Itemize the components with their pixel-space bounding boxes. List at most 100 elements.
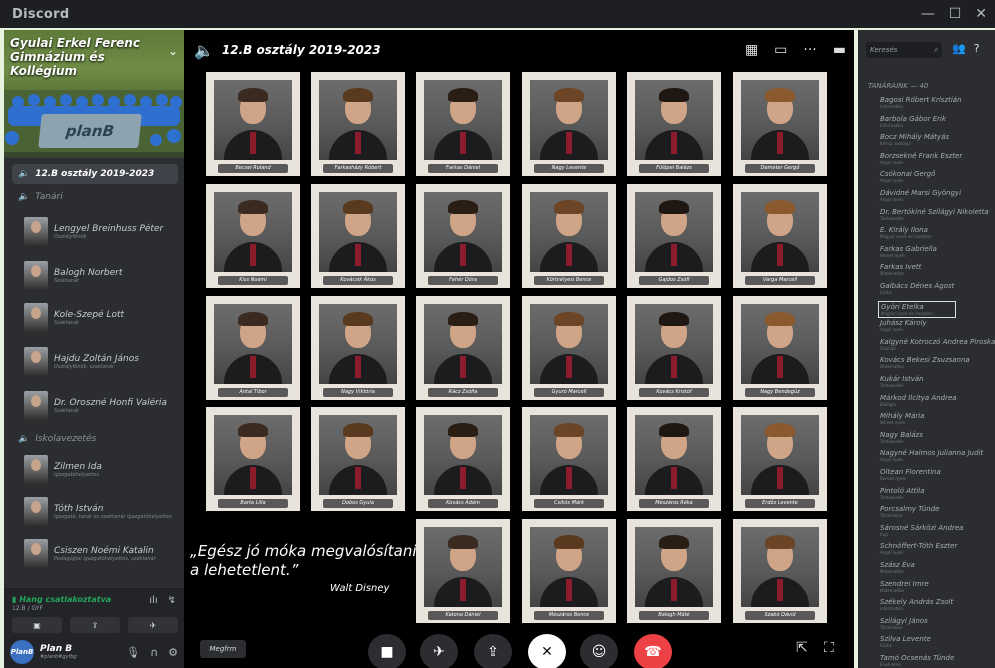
participant-tile[interactable]: Kiss Noémi [206, 184, 300, 288]
member-item[interactable]: Nagyné Halmos Julianna Judit Angol nyelv [880, 449, 995, 462]
member-item[interactable]: Borzsekné Frank Eszter Angol nyelv [880, 152, 995, 165]
participant-tile[interactable]: Varga Marcell [733, 184, 827, 288]
participant-tile[interactable]: Nagy Bendegúz [733, 296, 827, 400]
participant-tile[interactable]: Gyuró Marcell [522, 296, 616, 400]
member-item[interactable]: Kalgyné Kotroczó Andrea Piroska Földrajz [880, 338, 995, 351]
stage-member[interactable]: Tóth István Igazgató, tanár és szaktanár … [24, 492, 182, 532]
participant-tile[interactable]: Csikós Márk [522, 407, 616, 511]
member-item[interactable]: Oltean Florentina Román nyelv [880, 468, 995, 481]
participant-tile[interactable]: Kovács Kristóf [627, 296, 721, 400]
participant-tile[interactable]: Nagy Viktória [311, 296, 405, 400]
member-item[interactable]: Györi Etelka Magyar nyelv és irodalom [878, 300, 956, 318]
participant-tile[interactable]: Dobos Gyula [311, 407, 405, 511]
server-banner[interactable]: planB Gyulai Erkel Ferenc Gimnázium és K… [4, 30, 184, 158]
stage-member[interactable]: Zilmen Ida Igazgatóhelyettes [24, 450, 182, 490]
participant-tile[interactable]: Farkas Dániel [416, 72, 510, 176]
participant-tile[interactable]: Rácz Zsófia [416, 296, 510, 400]
member-item[interactable]: Szilva Levente Fizika [880, 635, 995, 648]
participant-tile[interactable]: Mészáros Bence [522, 519, 616, 623]
participant-tile[interactable]: Szabó Dávid [733, 519, 827, 623]
member-item[interactable]: Porcsalmy Tünde Történelem [880, 505, 995, 518]
member-item[interactable]: Székely András Zsolt Informatika [880, 598, 995, 611]
member-item[interactable]: Pintoló Attila Testnevelés [880, 487, 995, 500]
member-item[interactable]: Juhász Károly Angol nyelv [880, 319, 995, 332]
member-item[interactable]: Márkod Ilcitya Andrea Biológia [880, 394, 995, 407]
member-item[interactable]: Dr. Bertókiné Szilágyi Nikoletta Testneve… [880, 208, 995, 221]
member-item[interactable]: Kukár István Testnevelés [880, 375, 995, 388]
user-avatar[interactable]: PlanB [10, 640, 34, 664]
participant-tile[interactable]: Nagy Levente [522, 72, 616, 176]
stage-member[interactable]: Csiszen Noémi Katalin Pedagógiai igazgató… [24, 534, 182, 574]
members-icon[interactable]: 👥 [952, 42, 966, 55]
maximize-icon[interactable]: ☐ [949, 6, 962, 22]
noise-suppression-icon[interactable]: ılı [149, 595, 157, 606]
voice-channel-active[interactable]: 🔈 12.B osztály 2019-2023 [12, 164, 178, 184]
participant-tile[interactable]: Mészáros Réka [627, 407, 721, 511]
search-input[interactable]: Keresés ⌕ [866, 42, 942, 58]
headphones-icon[interactable]: ∩ [150, 646, 158, 659]
chevron-down-icon[interactable]: ⌄ [168, 44, 178, 58]
member-item[interactable]: Sárosné Sárközi Andrea Rajz [880, 524, 995, 537]
member-item[interactable]: Barbola Gábor Erik Informatika [880, 115, 995, 128]
participant-tile[interactable]: Gajdos Zsófi [627, 184, 721, 288]
participant-tile[interactable]: Demeter Gergő [733, 72, 827, 176]
member-item[interactable]: Farkas Gabriella Német nyelv [880, 245, 995, 258]
member-item[interactable]: Bagosi Róbert Krisztián Informatika [880, 96, 995, 109]
member-item[interactable]: Dávidné Marsi Gyöngyi Angol nyelv [880, 189, 995, 202]
member-item[interactable]: Szilágyi János Történelem [880, 617, 995, 630]
stage-member[interactable]: Hajdu Zoltán János Osztályfőnök, szaktaná… [24, 342, 182, 382]
help-icon[interactable]: ? [974, 42, 980, 55]
disconnect-call-button[interactable]: ☎ [634, 634, 672, 668]
gear-icon[interactable]: ⚙ [168, 646, 178, 659]
stage-member[interactable]: Lengyel Breinhuss Péter Osztályfőnök [24, 212, 182, 252]
member-item[interactable]: Szász Éva Matematika [880, 561, 995, 574]
grid-layout-icon[interactable]: ▦ [745, 42, 758, 58]
user-info[interactable]: Plan B #planb#gyfbg [40, 644, 77, 660]
activity-button[interactable]: ✈ [420, 634, 458, 668]
participant-tile[interactable]: Antal Tibor [206, 296, 300, 400]
popout-icon[interactable]: ▭ [774, 42, 787, 58]
member-item[interactable]: Farkas Ivett Matematika [880, 263, 995, 276]
member-item[interactable]: Bocz Mihály Mátyás Kémia, biológia [880, 133, 995, 146]
member-item[interactable]: Galbács Dénes Ágost Fizika [880, 282, 995, 295]
screen-share-button[interactable]: ⇪ [70, 617, 120, 633]
fullscreen-icon[interactable]: ⛶ [824, 640, 834, 656]
participant-tile[interactable]: Körtvélyesi Bence [522, 184, 616, 288]
emoji-button[interactable]: ☺ [580, 634, 618, 668]
close-icon[interactable]: ✕ [975, 6, 987, 22]
leave-button-label[interactable]: Megfrm [200, 640, 246, 658]
participant-tile[interactable]: Farkasházy Róbert [311, 72, 405, 176]
participant-tile[interactable]: Katona Dániel [416, 519, 510, 623]
member-item[interactable]: Mihály Mária Német nyelv [880, 412, 995, 425]
participant-tile[interactable]: Erdős Levente [733, 407, 827, 511]
camera-button[interactable]: ■ [368, 634, 406, 668]
member-item[interactable]: Schnöffert-Tóth Eszter Angol nyelv [880, 542, 995, 555]
category-teachers[interactable]: 🔈 Tanári [18, 192, 63, 202]
more-icon[interactable]: ··· [803, 42, 816, 58]
activity-button[interactable]: ✈ [128, 617, 178, 633]
participant-tile[interactable]: Kovácsik Ákos [311, 184, 405, 288]
member-item[interactable]: Csókonai Gergő Angol nyelv [880, 170, 995, 183]
member-item[interactable]: Nagy Balázs Testnevelés [880, 431, 995, 444]
stage-member[interactable]: Kole-Szepé Lott Szaktanár [24, 298, 182, 338]
video-button[interactable]: ▣ [12, 617, 62, 633]
participant-tile[interactable]: Becsei Roland [206, 72, 300, 176]
chat-icon[interactable]: ▬ [833, 42, 846, 58]
popout-window-icon[interactable]: ⇱ [796, 640, 808, 656]
participant-tile[interactable]: Kovács Ádám [416, 407, 510, 511]
member-item[interactable]: Szendrei Imre Matematika [880, 580, 995, 593]
member-item[interactable]: Tamó Ocsenás Tünde Ének-zene [880, 654, 995, 667]
category-leadership[interactable]: 🔈 Iskolavezetés [18, 434, 96, 444]
participant-tile[interactable]: Barta Lilla [206, 407, 300, 511]
participant-tile[interactable]: Fülöpei Balázs [627, 72, 721, 176]
stage-member[interactable]: Dr. Oroszné Honfi Valéria Szaktanár [24, 386, 182, 426]
minimize-icon[interactable]: — [921, 6, 935, 22]
participant-tile[interactable]: Balogh Máté [627, 519, 721, 623]
stage-member[interactable]: Balogh Norbert Szaktanár [24, 256, 182, 296]
member-item[interactable]: Kovács Bekesi Zsuzsanna Matematika [880, 356, 995, 369]
screen-share-button[interactable]: ⇪ [474, 634, 512, 668]
participant-tile[interactable]: Fehér Dóra [416, 184, 510, 288]
member-item[interactable]: E. Király Ilona Magyar nyelv és irodalom [880, 226, 995, 239]
mute-button[interactable]: ✕ [528, 634, 566, 668]
disconnect-icon[interactable]: ↯ [168, 595, 176, 606]
